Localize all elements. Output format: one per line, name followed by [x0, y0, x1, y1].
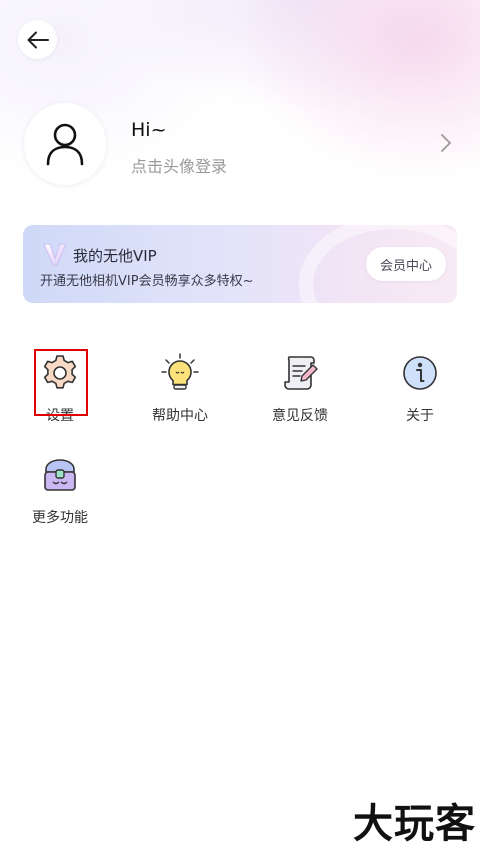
info-icon — [403, 356, 437, 390]
feature-help-center-label: 帮助中心 — [152, 408, 208, 424]
vip-v-logo-icon — [43, 243, 67, 266]
back-button[interactable] — [18, 20, 57, 59]
profile-section[interactable]: Hi~ 点击头像登录 — [24, 103, 456, 185]
highlight-box-settings — [34, 349, 88, 416]
vip-title: 我的无他VIP — [73, 247, 157, 265]
feature-feedback[interactable]: 意见反馈 — [250, 353, 350, 433]
watermark-text: 大玩客 — [353, 801, 476, 847]
user-icon — [46, 123, 84, 166]
feature-about[interactable]: 关于 — [370, 353, 470, 433]
feature-about-label: 关于 — [406, 408, 434, 424]
feature-more[interactable]: 更多功能 — [10, 455, 110, 535]
login-hint[interactable]: 点击头像登录 — [131, 153, 227, 177]
vip-banner[interactable]: 我的无他VIP 开通无他相机VIP会员畅享众多特权~ 会员中心 — [23, 225, 457, 303]
treasure-chest-icon — [44, 459, 76, 491]
vip-subtitle: 开通无他相机VIP会员畅享众多特权~ — [40, 274, 254, 289]
lightbulb-icon — [161, 353, 199, 390]
feedback-scroll-icon — [284, 356, 318, 390]
avatar[interactable] — [24, 103, 106, 185]
greeting-text: Hi~ — [131, 119, 167, 141]
feature-feedback-label: 意见反馈 — [272, 408, 328, 424]
member-center-button[interactable]: 会员中心 — [366, 247, 446, 281]
chevron-right-icon[interactable] — [440, 133, 452, 153]
feature-help-center[interactable]: 帮助中心 — [130, 353, 230, 433]
feature-more-label: 更多功能 — [32, 510, 88, 526]
arrow-left-icon — [27, 31, 49, 48]
